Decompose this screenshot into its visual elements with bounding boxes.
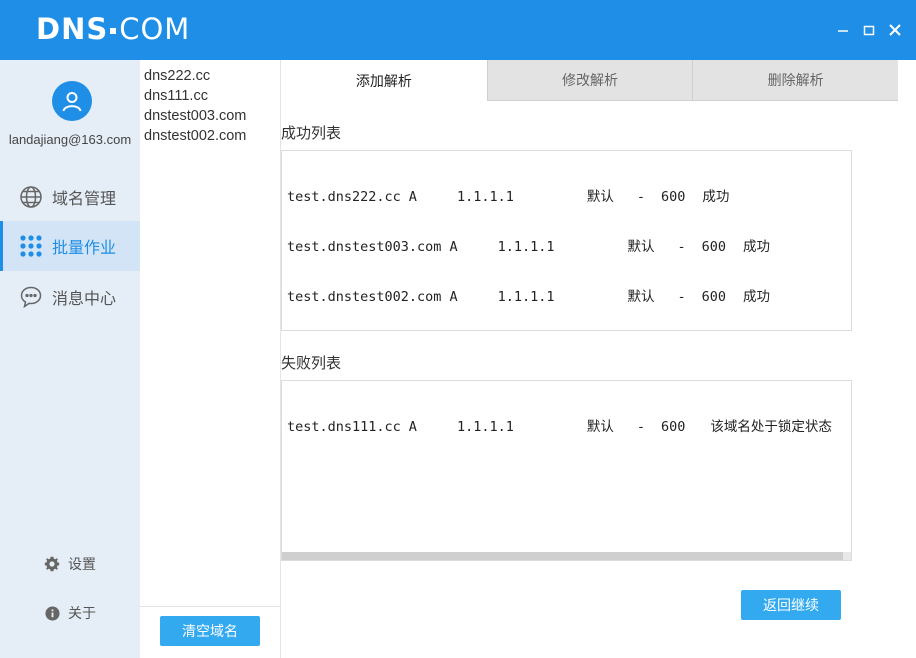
maximize-icon [863,25,875,36]
resize-grip[interactable] [843,552,851,560]
operation-tabs: 添加解析 修改解析 删除解析 [281,60,899,101]
domain-list-panel: dns222.cc dns111.cc dnstest003.com dnste… [140,60,281,658]
user-email: landajiang@163.com [8,132,132,147]
tab-add-record[interactable]: 添加解析 [281,60,487,101]
domain-list-item[interactable]: dns111.cc [144,86,246,106]
globe-icon [18,184,44,210]
success-row: test.dnstest003.com A 1.1.1.1 默认 -600 成功 [287,238,851,256]
minimize-icon [838,30,848,32]
record-status: 该域名处于锁定状态 [710,419,832,435]
return-continue-button[interactable]: 返回继续 [741,590,841,620]
record-line: 默认 [586,419,614,435]
about-label: 关于 [68,605,96,621]
record-value: 1.1.1.1 [497,289,555,305]
record-mx: - [636,189,645,205]
sidebar: landajiang@163.com 域名管理 批量作业 消息中心 设置 关于 [0,60,140,658]
record-status: 成功 [743,289,771,305]
record-status: 成功 [702,189,730,205]
domain-list-item[interactable]: dnstest002.com [144,126,246,146]
user-icon [62,92,82,112]
record-line: 默认 [586,189,614,205]
nav-item-label: 消息中心 [52,291,117,308]
logo-dot [110,28,117,34]
settings-button[interactable]: 设置 [0,554,140,574]
info-icon [44,605,60,621]
domain-panel-footer: 清空域名 [140,606,280,658]
record-value: 1.1.1.1 [456,189,514,205]
maximize-button[interactable] [860,20,878,40]
record-mx: - [636,419,645,435]
record-ttl: 600 [701,239,727,255]
success-list-box[interactable]: test.dns222.cc A 1.1.1.1 默认 -600 成功 test.dnst… [281,150,852,331]
record-host: test.dns111.cc [287,419,401,435]
settings-label: 设置 [68,556,96,572]
close-icon [889,24,901,36]
main-content: 添加解析 修改解析 删除解析 成功列表 test.dns222.cc A 1.1.1… [281,60,916,658]
title-bar: DNS COM [0,0,916,60]
record-type: A [408,419,417,435]
record-host: test.dns222.cc [287,189,401,205]
record-line: 默认 [627,289,655,305]
domain-list-item[interactable]: dnstest003.com [144,106,246,126]
record-host: test.dnstest002.com [287,289,442,305]
tab-delete-record[interactable]: 删除解析 [692,60,899,101]
gear-icon [44,556,60,572]
grid-dots-icon [18,233,44,259]
chat-bubble-icon [18,284,44,310]
window-controls [834,20,904,40]
nav-item-batch-operations[interactable]: 批量作业 [0,221,140,271]
horizontal-scrollbar[interactable] [282,552,851,560]
avatar[interactable] [52,81,92,121]
failure-row: test.dns111.cc A 1.1.1.1 默认 -600 该域名处于锁定状态 [287,418,851,436]
record-type: A [449,289,458,305]
success-row: test.dns222.cc A 1.1.1.1 默认 -600 成功 [287,188,851,206]
success-row: test.dnstest002.com A 1.1.1.1 默认 -600 成功 [287,288,851,306]
failure-list-title: 失败列表 [281,355,342,372]
about-button[interactable]: 关于 [0,603,140,623]
record-value: 1.1.1.1 [497,239,555,255]
minimize-button[interactable] [834,20,852,40]
nav-item-label: 域名管理 [52,191,117,208]
tab-modify-record[interactable]: 修改解析 [486,60,693,101]
logo-text-light: COM [119,12,191,46]
record-line: 默认 [627,239,655,255]
nav-item-label: 批量作业 [52,240,117,257]
dns-com-logo: DNS COM [36,12,190,46]
record-ttl: 600 [660,189,686,205]
record-ttl: 600 [660,419,686,435]
record-mx: - [677,239,686,255]
success-list-title: 成功列表 [281,125,342,142]
record-ttl: 600 [701,289,727,305]
close-button[interactable] [886,20,904,40]
record-status: 成功 [743,239,771,255]
domain-list-item[interactable]: dns222.cc [144,66,246,86]
record-mx: - [677,289,686,305]
record-value: 1.1.1.1 [456,419,514,435]
logo-text-bold: DNS [36,12,109,46]
nav-item-message-center[interactable]: 消息中心 [0,272,140,322]
record-type: A [408,189,417,205]
clear-domains-button[interactable]: 清空域名 [160,616,260,646]
nav-item-domain-management[interactable]: 域名管理 [0,172,140,222]
failure-list-box[interactable]: test.dns111.cc A 1.1.1.1 默认 -600 该域名处于锁定状态 [281,380,852,561]
record-type: A [449,239,458,255]
record-host: test.dnstest003.com [287,239,442,255]
domain-list: dns222.cc dns111.cc dnstest003.com dnste… [144,66,246,146]
